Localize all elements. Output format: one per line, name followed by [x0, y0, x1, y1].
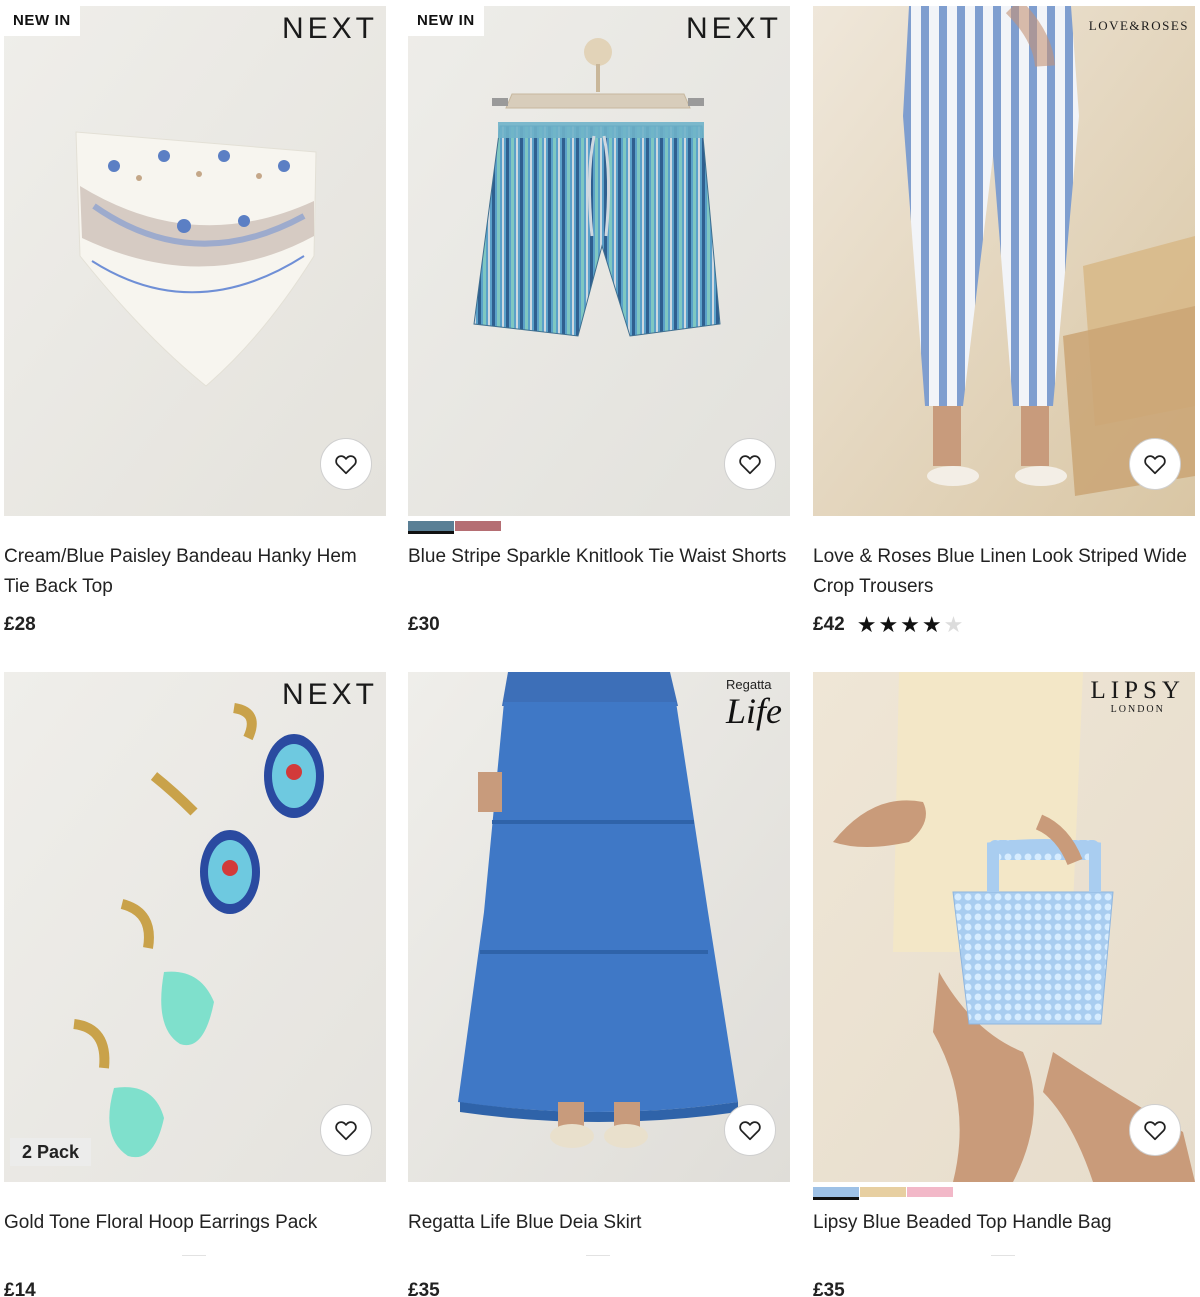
rating-stars: ★ ★ ★ ★ ★ [857, 614, 964, 636]
product-image[interactable]: LIPSY LONDON [813, 672, 1195, 1182]
product-title[interactable]: Lipsy Blue Beaded Top Handle Bag [813, 1208, 1195, 1238]
product-title[interactable]: Love & Roses Blue Linen Look Striped Wid… [813, 542, 1195, 602]
new-in-badge: NEW IN [4, 6, 80, 36]
price-row: £42 ★ ★ ★ ★ ★ [813, 610, 963, 640]
product-photo [408, 672, 790, 1182]
colour-swatches [408, 521, 502, 534]
heart-outline-icon [739, 455, 761, 475]
price-row: £14 [4, 1276, 36, 1297]
favourite-button[interactable] [1129, 438, 1181, 490]
product-image[interactable]: NEXT 2 Pack [4, 672, 386, 1182]
product-price: £42 [813, 614, 845, 635]
divider [182, 1255, 206, 1256]
colour-swatch[interactable] [907, 1187, 953, 1197]
brand-logo: Regatta Life [725, 677, 782, 731]
product-image[interactable]: NEW IN NEXT [4, 6, 386, 516]
brand-logo: NEXT [685, 12, 782, 45]
divider [586, 1255, 610, 1256]
favourite-button[interactable] [320, 438, 372, 490]
colour-swatch[interactable] [455, 521, 501, 531]
brand-logo-line: Regatta [725, 677, 772, 692]
product-image[interactable]: Regatta Life [408, 672, 790, 1182]
colour-swatch-selected[interactable] [408, 521, 454, 534]
divider [991, 1255, 1015, 1256]
product-title[interactable]: Cream/Blue Paisley Bandeau Hanky Hem Tie… [4, 542, 386, 602]
favourite-button[interactable] [724, 438, 776, 490]
brand-logo-script: Life [725, 691, 782, 731]
product-photo [4, 6, 386, 516]
brand-logo: NEXT [281, 678, 378, 711]
product-photo [408, 6, 790, 516]
colour-swatch[interactable] [860, 1187, 906, 1197]
star-empty-icon: ★ [943, 612, 964, 637]
brand-logo: LOVE&ROSES [1088, 18, 1189, 33]
price-row: £28 [4, 610, 36, 640]
product-image[interactable]: NEW IN NEXT [408, 6, 790, 516]
product-price: £30 [408, 614, 440, 635]
brand-logo: NEXT [281, 12, 378, 45]
product-title[interactable]: Blue Stripe Sparkle Knitlook Tie Waist S… [408, 542, 790, 572]
price-row: £35 [408, 1276, 440, 1297]
colour-swatch-selected[interactable] [813, 1187, 859, 1200]
product-price: £35 [408, 1280, 440, 1297]
star-icon: ★ [900, 612, 920, 637]
product-price: £28 [4, 614, 36, 635]
product-photo [813, 6, 1195, 516]
brand-logo-subline: LONDON [1110, 704, 1165, 715]
brand-logo-line: LIPSY [1090, 677, 1185, 704]
price-row: £35 [813, 1276, 845, 1297]
star-icon: ★ [878, 612, 899, 637]
favourite-button[interactable] [724, 1104, 776, 1156]
product-photo [813, 672, 1195, 1182]
new-in-badge: NEW IN [408, 6, 484, 36]
favourite-button[interactable] [320, 1104, 372, 1156]
colour-swatches [813, 1187, 954, 1200]
heart-outline-icon [739, 1121, 761, 1141]
heart-outline-icon [335, 1121, 357, 1141]
favourite-button[interactable] [1129, 1104, 1181, 1156]
product-price: £14 [4, 1280, 36, 1297]
brand-logo: LIPSY LONDON [1091, 678, 1185, 716]
heart-outline-icon [335, 455, 357, 475]
heart-outline-icon [1144, 455, 1166, 475]
heart-outline-icon [1144, 1121, 1166, 1141]
price-row: £30 [408, 610, 440, 640]
star-icon: ★ [856, 612, 877, 637]
product-price: £35 [813, 1280, 845, 1297]
product-photo [4, 672, 386, 1182]
product-title[interactable]: Gold Tone Floral Hoop Earrings Pack [4, 1208, 386, 1238]
product-image[interactable]: LOVE&ROSES [813, 6, 1195, 516]
product-title[interactable]: Regatta Life Blue Deia Skirt [408, 1208, 790, 1238]
pack-badge: 2 Pack [10, 1138, 92, 1166]
star-icon: ★ [921, 612, 942, 637]
